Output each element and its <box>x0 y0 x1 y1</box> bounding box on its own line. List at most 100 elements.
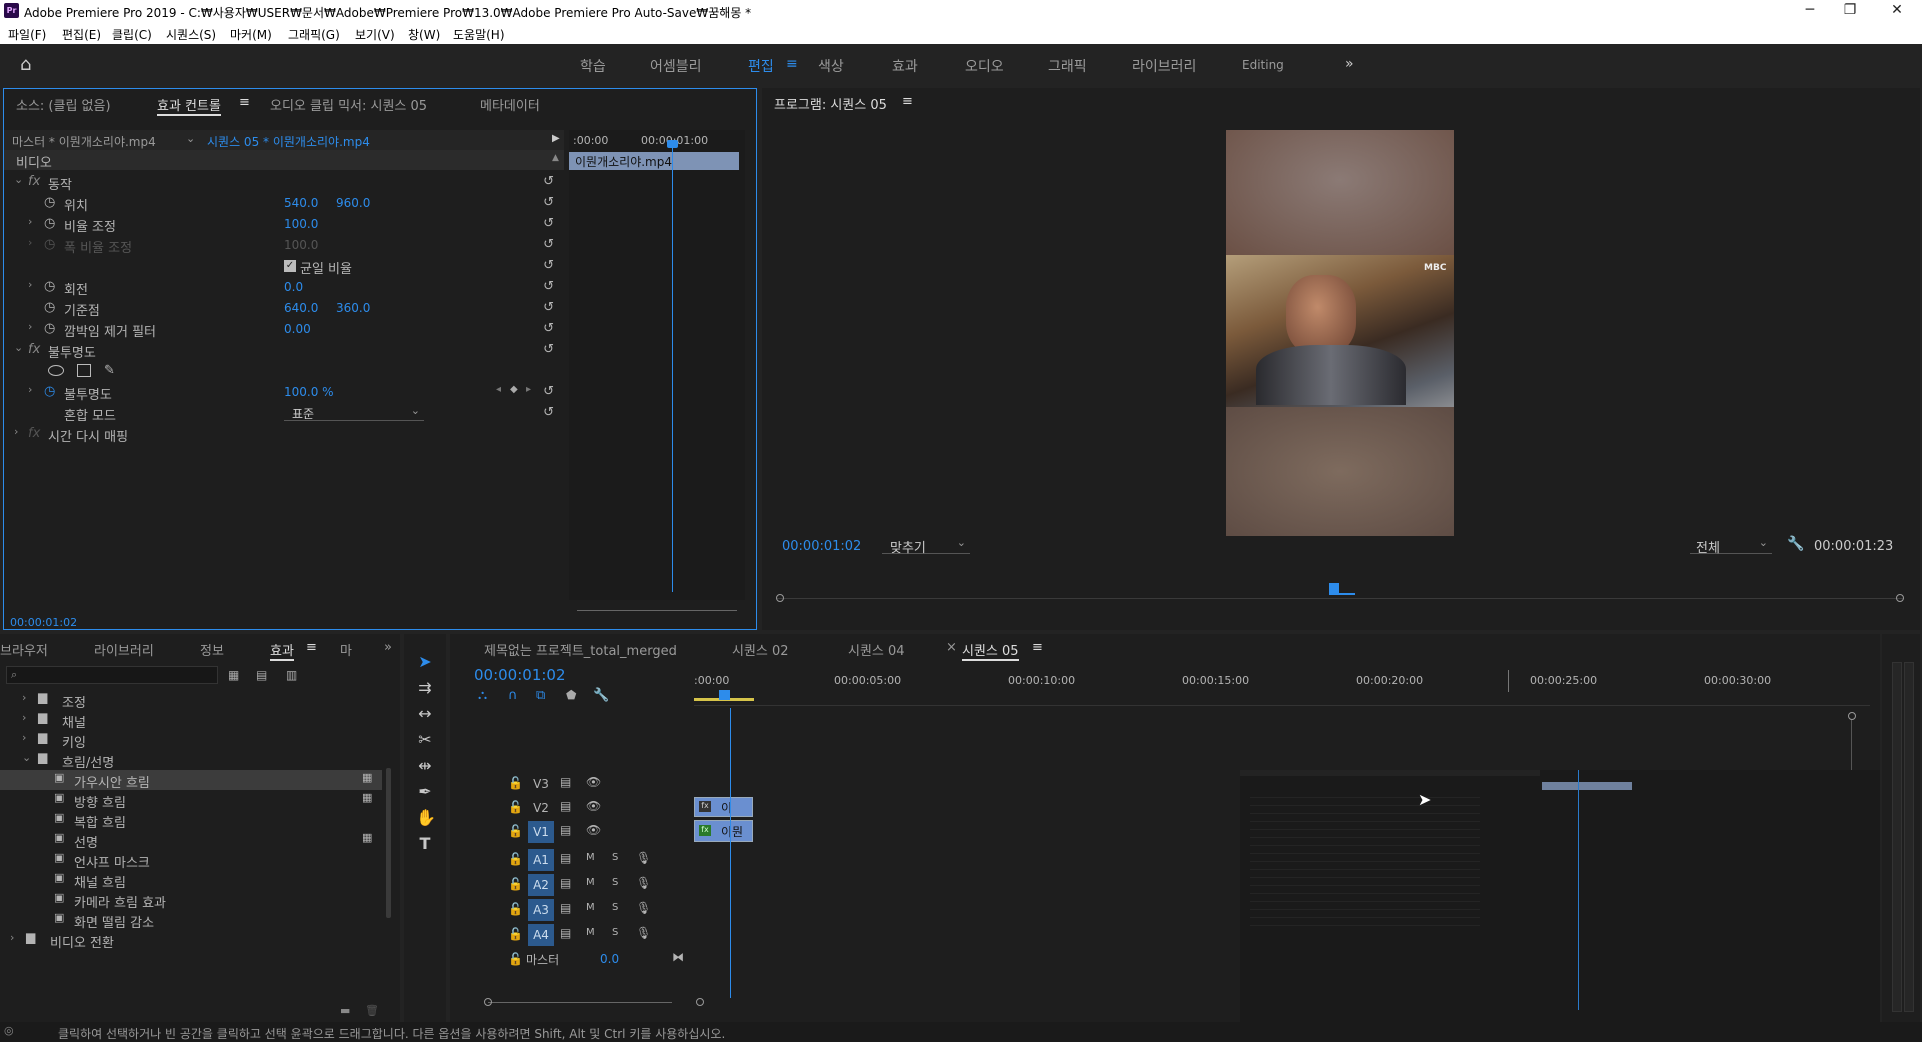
master-clip-label[interactable]: 마스터 * 이뭔개소리야.mp4 <box>12 133 156 150</box>
workspace-editing[interactable]: 편집 <box>748 56 774 76</box>
tab-effect-controls[interactable]: 효과 컨트롤 <box>157 95 221 116</box>
pen-tool-icon[interactable]: ✒ <box>416 782 434 801</box>
chevron-right-icon[interactable]: › <box>14 425 18 438</box>
uniform-scale-checkbox[interactable]: ✓ <box>284 260 296 272</box>
add-keyframe-icon[interactable]: ◆ <box>510 384 518 395</box>
menu-window[interactable]: 창(W) <box>408 26 440 43</box>
yuv-effects-icon[interactable]: ▥ <box>286 668 297 682</box>
workspace-overflow-button[interactable]: » <box>1345 56 1354 72</box>
chevron-down-icon[interactable]: ⌄ <box>186 132 195 145</box>
list-item[interactable]: ▣ 복합 흐림 <box>0 810 382 831</box>
home-icon[interactable]: ⌂ <box>20 54 31 75</box>
workspace-libraries[interactable]: 라이브러리 <box>1132 56 1196 76</box>
slip-tool-icon[interactable]: ⇹ <box>416 756 434 775</box>
chevron-right-icon[interactable]: › <box>28 320 32 333</box>
ripple-edit-tool-icon[interactable]: ↔ <box>416 704 434 723</box>
clip-v1[interactable]: fx 이뭔 <box>694 820 753 842</box>
add-marker-icon[interactable]: ⬟ <box>566 688 576 702</box>
program-menu-icon[interactable]: ≡ <box>902 94 913 109</box>
timeline-playhead-handle[interactable] <box>719 690 730 700</box>
solo-button[interactable]: S <box>612 877 618 888</box>
video-preview[interactable]: MBC <box>1226 130 1454 536</box>
tab-menu-icon[interactable]: ≡ <box>239 95 250 110</box>
timeline-menu-icon[interactable]: ≡ <box>1032 640 1043 655</box>
microphone-icon[interactable]: 🎙 <box>636 851 651 865</box>
chevron-down-icon[interactable]: ⌄ <box>22 751 31 764</box>
ruler-scroll-end[interactable] <box>1896 594 1904 602</box>
track-select-tool-icon[interactable]: ⇉ <box>416 678 434 697</box>
sync-lock-icon[interactable]: ▤ <box>560 901 571 915</box>
timeline-h-scrollbar[interactable] <box>488 1002 672 1003</box>
play-triangle-icon[interactable]: ▶ <box>552 133 560 144</box>
eye-icon[interactable]: 👁 <box>586 775 601 789</box>
stopwatch-icon[interactable]: ◷ <box>44 384 55 399</box>
mini-scrollbar[interactable] <box>577 610 737 611</box>
rotation-value[interactable]: 0.0 <box>284 280 303 294</box>
tab-info[interactable]: 정보 <box>200 640 224 659</box>
scale-value[interactable]: 100.0 <box>284 217 318 231</box>
razor-tool-icon[interactable]: ✂ <box>416 730 434 749</box>
effects-search-input[interactable]: ⌕ <box>6 666 218 684</box>
reset-icon[interactable]: ↺ <box>543 279 554 294</box>
scroll-handle-top[interactable] <box>1848 712 1856 720</box>
rectangle-mask-icon[interactable] <box>77 364 91 377</box>
tab-sequence-04[interactable]: 시퀀스 04 <box>848 640 905 659</box>
chevron-down-icon[interactable]: ⌄ <box>14 341 23 354</box>
chevron-down-icon[interactable]: ⌄ <box>14 173 23 186</box>
program-time-ruler[interactable] <box>776 583 1904 602</box>
sync-lock-icon[interactable]: ▤ <box>560 926 571 940</box>
sync-lock-icon[interactable]: ▤ <box>560 799 571 813</box>
prev-keyframe-icon[interactable]: ◂ <box>496 384 501 395</box>
chevron-right-icon[interactable]: › <box>22 731 26 744</box>
menu-edit[interactable]: 편집(E) <box>62 26 101 43</box>
32bit-effects-icon[interactable]: ▤ <box>256 668 267 682</box>
track-label-a2[interactable]: A2 <box>528 874 554 896</box>
eye-icon[interactable]: 👁 <box>586 823 601 837</box>
solo-button[interactable]: S <box>612 852 618 863</box>
chevron-right-icon[interactable]: › <box>28 215 32 228</box>
fx-icon[interactable]: fx <box>28 174 40 189</box>
clip-v2[interactable]: fx 이 <box>694 797 753 817</box>
mini-clip-bar[interactable]: 이뭔개소리야.mp4 <box>569 152 739 170</box>
anchor-y-value[interactable]: 360.0 <box>336 301 370 315</box>
timeline-playhead[interactable] <box>730 708 731 998</box>
tab-source[interactable]: 소스: (클립 없음) <box>16 95 111 114</box>
scroll-handle-left[interactable] <box>484 998 492 1006</box>
list-item[interactable]: ▣ 채널 흐림 <box>0 870 382 891</box>
maximize-button[interactable]: ❐ <box>1835 2 1865 18</box>
sync-lock-icon[interactable]: ▤ <box>560 775 571 789</box>
list-item[interactable]: › ▆ 채널 <box>0 710 388 731</box>
snap-icon[interactable]: ∩ <box>508 688 518 703</box>
tab-audio-clip-mixer[interactable]: 오디오 클립 믹서: 시퀀스 05 <box>270 95 427 114</box>
lock-icon[interactable]: 🔓 <box>508 800 523 814</box>
accelerated-effects-icon[interactable]: ▦ <box>228 668 239 682</box>
menu-help[interactable]: 도움말(H) <box>453 26 505 43</box>
microphone-icon[interactable]: 🎙 <box>636 876 651 890</box>
track-label-v2[interactable]: V2 <box>528 797 554 819</box>
workspace-custom-editing[interactable]: Editing <box>1242 58 1284 72</box>
chevron-right-icon[interactable]: › <box>10 931 14 944</box>
mini-playhead-handle[interactable] <box>667 140 678 148</box>
menu-marker[interactable]: 마커(M) <box>230 26 272 43</box>
minimize-button[interactable]: ─ <box>1795 2 1825 18</box>
pen-mask-icon[interactable]: ✎ <box>104 363 115 378</box>
solo-button[interactable]: S <box>612 902 618 913</box>
program-monitor-title[interactable]: 프로그램: 시퀀스 05 <box>774 94 887 113</box>
menu-sequence[interactable]: 시퀀스(S) <box>166 26 216 43</box>
tab-sequence-project[interactable]: 제목없는 프로젝트_total_merged <box>484 640 677 659</box>
fx-icon[interactable]: fx <box>28 342 40 357</box>
reset-icon[interactable]: ↺ <box>543 195 554 210</box>
ruler-scroll-start[interactable] <box>776 594 784 602</box>
chevron-right-icon[interactable]: › <box>22 711 26 724</box>
list-item[interactable]: › ▆ 조정 <box>0 690 388 711</box>
list-item[interactable]: ▣ 방향 흐림 ▦ <box>0 790 382 811</box>
lock-icon[interactable]: 🔓 <box>508 952 523 966</box>
reset-icon[interactable]: ↺ <box>543 321 554 336</box>
close-button[interactable]: ✕ <box>1882 2 1912 18</box>
timeline-v-scrollbar[interactable] <box>1851 720 1852 770</box>
tab-sequence-05[interactable]: 시퀀스 05 <box>962 640 1019 661</box>
menu-file[interactable]: 파일(F) <box>8 26 46 43</box>
timeline-settings-icon[interactable]: 🔧 <box>593 688 609 703</box>
reset-icon[interactable]: ↺ <box>543 300 554 315</box>
list-item[interactable]: › ▆ 비디오 전환 <box>0 930 382 951</box>
